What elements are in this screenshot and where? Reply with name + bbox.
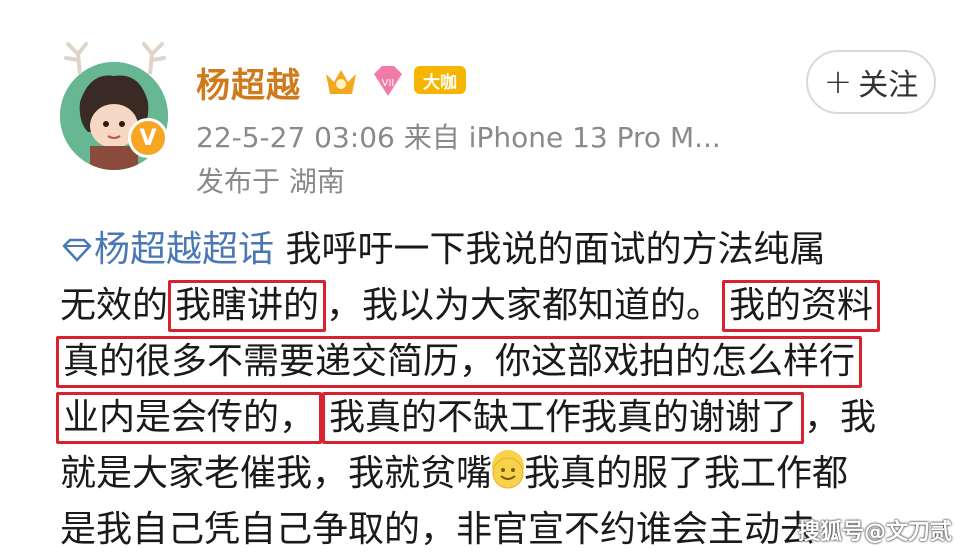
follow-label: 关注 [858, 68, 919, 103]
post-text-1: 我呼吁一下我说的面试的方法纯属 [274, 229, 826, 270]
verified-badge-icon: V [128, 118, 168, 158]
post-line-5: 就是大家老催我，我就贫嘴 我真的服了我工作都 [60, 446, 930, 502]
post-text-4: ，我 [804, 397, 877, 438]
post-source[interactable]: 来自 iPhone 13 Pro M... [404, 121, 721, 154]
highlight-box: 业内是会传的， [56, 392, 323, 444]
gem-badge-icon: VII [374, 66, 402, 96]
post-body: 杨超越超话 我呼吁一下我说的面试的方法纯属 无效的 我瞎讲的 ，我以为大家都知道的。… [56, 222, 930, 558]
post-line-1: 杨超越超话 我呼吁一下我说的面试的方法纯属 [60, 222, 930, 278]
crown-badge-icon [326, 70, 356, 94]
post-line-3: 真的很多不需要递交简历，你这部戏拍的怎么样行 [56, 334, 930, 390]
follow-button[interactable]: + 关注 [806, 50, 936, 114]
watermark: 搜狐号@文刀贰 [797, 520, 952, 545]
post-timestamp: 22-5-27 03:06 [196, 121, 395, 154]
topic-label: 杨超越超话 [94, 229, 275, 270]
plus-icon: + [823, 62, 853, 102]
post-text-6: 是我自己凭自己争取的，非官宣不约谁会主动去 [60, 509, 817, 550]
svg-text:VII: VII [382, 78, 395, 89]
post-text-5a: 就是大家老催我，我就贫嘴 [60, 453, 493, 494]
username[interactable]: 杨超越 [196, 58, 301, 107]
highlight-box: 真的很多不需要递交简历，你这部戏拍的怎么样行 [56, 336, 863, 388]
post-line-4: 业内是会传的， 我真的不缺工作我真的谢谢了 ，我 [56, 390, 930, 446]
post-meta: 22-5-27 03:06 来自 iPhone 13 Pro M... [196, 116, 721, 156]
post-text-2b: ，我以为大家都知道的。 [326, 285, 723, 326]
topic-link[interactable]: 杨超越超话 [60, 229, 274, 270]
smile-emoji-icon [492, 450, 525, 489]
vip-tag-badge: 大咖 [414, 66, 466, 94]
post-location: 发布于 湖南 [196, 165, 345, 198]
antler-left-icon [64, 42, 88, 74]
highlight-box: 我的资料 [722, 280, 881, 332]
highlight-box: 我真的不缺工作我真的谢谢了 [322, 392, 805, 444]
diamond-topic-icon [62, 238, 92, 262]
highlight-box: 我瞎讲的 [168, 280, 327, 332]
post-text-5b: 我真的服了我工作都 [524, 453, 849, 494]
post-text-2a: 无效的 [60, 285, 169, 326]
antler-right-icon [142, 42, 166, 74]
post-line-2: 无效的 我瞎讲的 ，我以为大家都知道的。 我的资料 [60, 278, 930, 334]
